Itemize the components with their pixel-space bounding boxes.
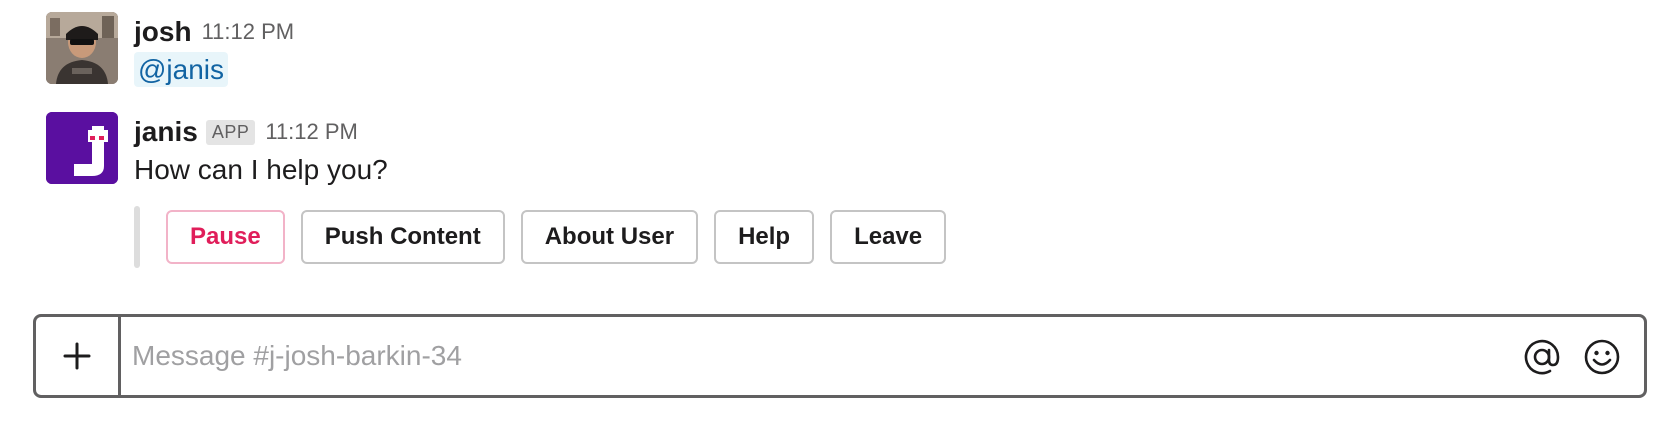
message-josh: josh 11:12 PM @janis xyxy=(0,12,1672,96)
message-text: How can I help you? xyxy=(134,154,388,185)
message-header: janis APP 11:12 PM xyxy=(134,112,358,152)
timestamp[interactable]: 11:12 PM xyxy=(265,119,358,145)
about-user-button[interactable]: About User xyxy=(520,210,699,264)
emoji-icon xyxy=(1584,339,1620,375)
username[interactable]: janis xyxy=(134,116,198,148)
message-header: josh 11:12 PM xyxy=(134,12,294,52)
user-photo-avatar xyxy=(46,12,118,84)
leave-button[interactable]: Leave xyxy=(830,210,947,264)
plus-icon xyxy=(63,342,91,370)
message-actions: Pause Push Content About User Help Leave xyxy=(134,206,962,268)
push-content-button[interactable]: Push Content xyxy=(300,210,505,264)
user-mention[interactable]: @janis xyxy=(134,52,229,87)
timestamp[interactable]: 11:12 PM xyxy=(202,19,295,45)
user-avatar-josh[interactable] xyxy=(46,12,118,84)
app-avatar-janis[interactable] xyxy=(46,112,118,184)
message-janis: janis APP 11:12 PM How can I help you? P… xyxy=(0,112,1672,272)
attachment-bar xyxy=(134,206,140,268)
message-input[interactable] xyxy=(132,333,1532,379)
mention-button[interactable] xyxy=(1522,337,1562,377)
attach-button[interactable] xyxy=(36,317,121,395)
message-composer xyxy=(33,314,1647,398)
help-button[interactable]: Help xyxy=(714,210,815,264)
message-text: @janis xyxy=(134,52,229,87)
pause-button[interactable]: Pause xyxy=(166,210,285,264)
app-badge: APP xyxy=(205,119,256,145)
username[interactable]: josh xyxy=(134,16,192,48)
emoji-button[interactable] xyxy=(1582,337,1622,377)
at-sign-icon xyxy=(1524,339,1560,375)
janis-app-logo xyxy=(46,112,118,184)
